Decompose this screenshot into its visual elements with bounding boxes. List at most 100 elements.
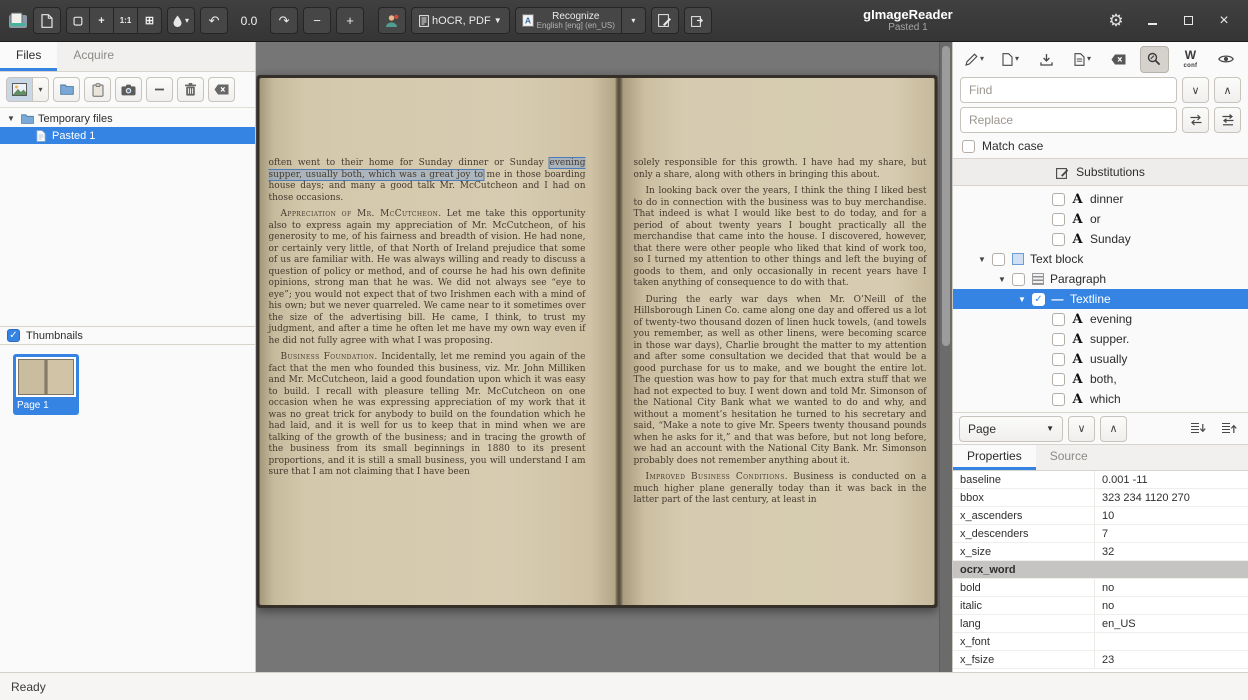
item-checkbox[interactable]: ✓: [1052, 213, 1065, 226]
page-thumbnail[interactable]: Page 1: [13, 354, 79, 415]
facing-pages-button[interactable]: +: [90, 7, 114, 34]
delete-button[interactable]: [177, 77, 204, 102]
rotate-left-button[interactable]: ↶: [200, 7, 228, 34]
file-tree-item[interactable]: ▼ Pasted 1: [0, 127, 255, 144]
image-viewer[interactable]: often went to their home for Sunday dinn…: [256, 42, 952, 672]
property-row[interactable]: italic no: [953, 597, 1248, 615]
item-checkbox[interactable]: ✓: [1052, 353, 1065, 366]
ocr-mode-combo[interactable]: hOCR, PDF ▼: [411, 7, 510, 34]
clear-files-button[interactable]: [208, 77, 235, 102]
paste-button[interactable]: [84, 77, 111, 102]
property-row[interactable]: x_size 32: [953, 543, 1248, 561]
settings-button[interactable]: ⚙: [1104, 9, 1128, 33]
maximize-button[interactable]: [1176, 9, 1200, 33]
expander-icon[interactable]: ▼: [977, 255, 987, 264]
add-images-button[interactable]: [6, 77, 33, 102]
page-filter-combo[interactable]: Page ▼: [959, 416, 1063, 442]
files-panel-tab[interactable]: Acquire: [57, 42, 130, 71]
hocr-tree-item[interactable]: ▼ ✓ A — Textline: [953, 289, 1248, 309]
item-checkbox[interactable]: ✓: [1052, 333, 1065, 346]
property-row[interactable]: baseline 0.001 -11: [953, 471, 1248, 489]
single-page-button[interactable]: ▢: [66, 7, 90, 34]
hocr-tree-item[interactable]: ▼ ✓ A — dinner: [953, 189, 1248, 209]
item-checkbox[interactable]: ✓: [1012, 273, 1025, 286]
property-row[interactable]: lang en_US: [953, 615, 1248, 633]
property-value[interactable]: no: [1095, 597, 1248, 614]
add-images-dropdown[interactable]: ▾: [33, 77, 49, 102]
file-tree-item[interactable]: ▼ Temporary files: [0, 110, 255, 127]
property-value[interactable]: 323 234 1120 270: [1095, 489, 1248, 506]
import-hocr-button[interactable]: [1032, 46, 1061, 73]
scrollbar-thumb[interactable]: [942, 46, 950, 346]
property-row[interactable]: ocrx_word: [953, 561, 1248, 579]
substitutions-button[interactable]: Substitutions: [953, 158, 1248, 186]
hocr-tree-item[interactable]: ▼ ✓ A — Text block: [953, 249, 1248, 269]
find-next-button[interactable]: ∨: [1182, 77, 1209, 103]
export-hocr-dropdown[interactable]: ▾: [1068, 46, 1097, 73]
item-checkbox[interactable]: ✓: [1032, 293, 1045, 306]
item-checkbox[interactable]: ✓: [1052, 233, 1065, 246]
hocr-tree-item[interactable]: ▼ ✓ A — both,: [953, 369, 1248, 389]
next-item-button[interactable]: ∨: [1068, 416, 1095, 442]
editor-tab[interactable]: Properties: [953, 445, 1036, 470]
property-value[interactable]: 23: [1095, 651, 1248, 668]
hocr-tree-item[interactable]: ▼ ✓ A — supper.: [953, 329, 1248, 349]
hocr-tree-item[interactable]: ▼ ✓ A — which: [953, 389, 1248, 409]
item-checkbox[interactable]: ✓: [1052, 313, 1065, 326]
thumbnails-checkbox[interactable]: ✓: [7, 329, 20, 342]
expander-icon[interactable]: ▼: [1017, 295, 1027, 304]
property-value[interactable]: no: [1095, 579, 1248, 596]
insert-mode-dropdown[interactable]: ▾: [960, 46, 989, 73]
recognize-options-dropdown[interactable]: ▾: [622, 7, 646, 34]
close-button[interactable]: ×: [1212, 9, 1236, 33]
files-panel-tab[interactable]: Files: [0, 42, 57, 71]
replace-button[interactable]: [1182, 107, 1209, 133]
expand-all-button[interactable]: [1185, 416, 1211, 442]
rotation-angle-value[interactable]: 0.0: [233, 14, 265, 28]
property-value[interactable]: [1095, 633, 1248, 650]
property-value[interactable]: 10: [1095, 507, 1248, 524]
item-checkbox[interactable]: ✓: [1052, 193, 1065, 206]
remove-page-button[interactable]: [146, 77, 173, 102]
original-size-button[interactable]: 1:1: [114, 7, 138, 34]
hocr-tree-item[interactable]: ▼ ✓ A — Sunday: [953, 229, 1248, 249]
zoom-out-button[interactable]: −: [303, 7, 331, 34]
find-input[interactable]: [960, 77, 1177, 103]
open-image-button[interactable]: [33, 7, 61, 34]
screenshot-button[interactable]: [115, 77, 142, 102]
page-menu-dropdown[interactable]: ▾: [996, 46, 1025, 73]
recognize-button[interactable]: A Recognize English [eng] (en_US): [515, 7, 622, 34]
zoom-in-button[interactable]: +: [336, 7, 364, 34]
editor-tab[interactable]: Source: [1036, 445, 1102, 470]
vertical-scrollbar[interactable]: [939, 42, 952, 672]
previous-item-button[interactable]: ∧: [1100, 416, 1127, 442]
property-row[interactable]: bold no: [953, 579, 1248, 597]
property-value[interactable]: 7: [1095, 525, 1248, 542]
image-controls-dropdown[interactable]: ▾: [167, 7, 195, 34]
item-checkbox[interactable]: ✓: [1052, 373, 1065, 386]
manage-languages-button[interactable]: [378, 7, 406, 34]
rotate-right-button[interactable]: ↷: [270, 7, 298, 34]
item-checkbox[interactable]: ✓: [1052, 393, 1065, 406]
export-button[interactable]: [684, 7, 712, 34]
expander-icon[interactable]: ▼: [6, 114, 16, 123]
property-row[interactable]: x_font: [953, 633, 1248, 651]
open-folder-button[interactable]: [53, 77, 80, 102]
hocr-tree-item[interactable]: ▼ ✓ A — evening: [953, 309, 1248, 329]
edit-output-button[interactable]: [651, 7, 679, 34]
minimize-button[interactable]: [1140, 9, 1164, 33]
property-value[interactable]: en_US: [1095, 615, 1248, 632]
clear-hocr-button[interactable]: [1104, 46, 1133, 73]
property-value[interactable]: [1095, 561, 1248, 578]
preview-toggle[interactable]: [1212, 46, 1241, 73]
collapse-all-button[interactable]: [1216, 416, 1242, 442]
expander-icon[interactable]: ▼: [997, 275, 1007, 284]
match-case-checkbox[interactable]: ✓: [962, 140, 975, 153]
item-checkbox[interactable]: ✓: [992, 253, 1005, 266]
best-fit-button[interactable]: ⊞: [138, 7, 162, 34]
find-replace-toggle[interactable]: [1140, 46, 1169, 73]
replace-input[interactable]: [960, 107, 1177, 133]
property-row[interactable]: x_ascenders 10: [953, 507, 1248, 525]
hocr-tree-item[interactable]: ▼ ✓ A — Paragraph: [953, 269, 1248, 289]
hocr-tree-item[interactable]: ▼ ✓ A — usually: [953, 349, 1248, 369]
